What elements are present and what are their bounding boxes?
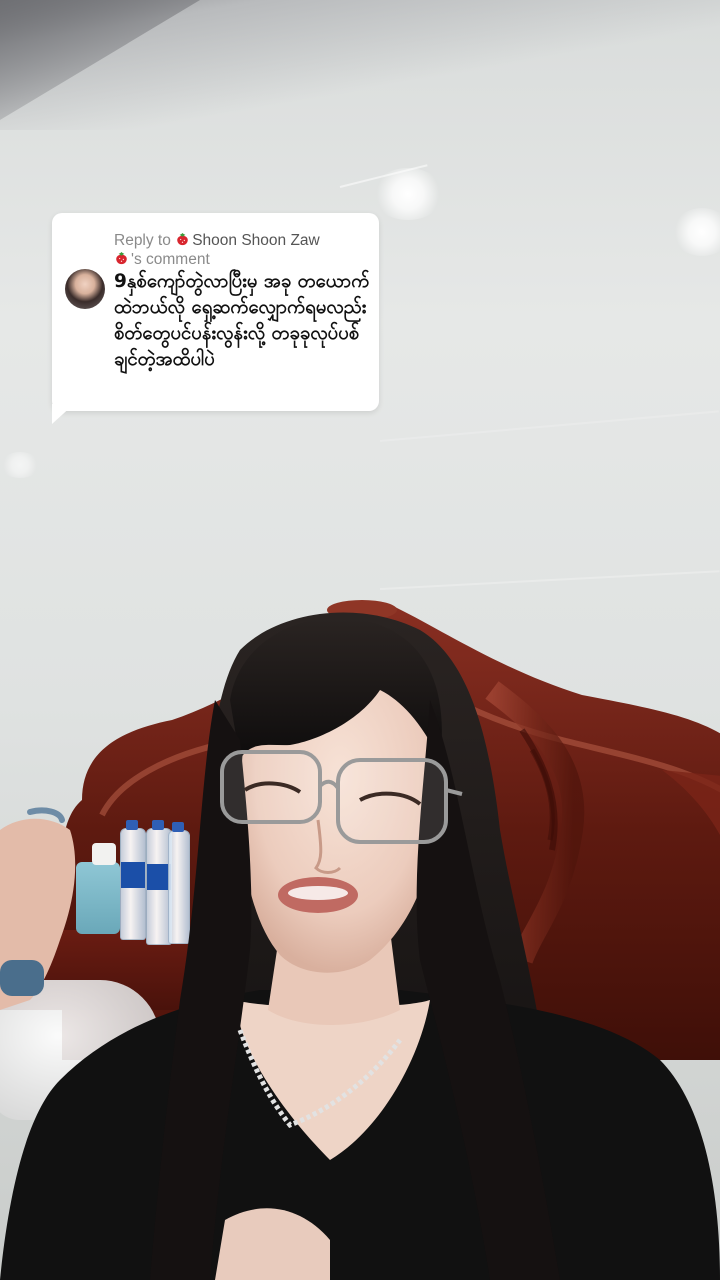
comment-text: 9နှစ်ကျော်တွဲလာပြီးမှ အခု တယောက်ထဲဘယ်လို… — [114, 271, 370, 370]
strawberry-icon — [114, 251, 129, 266]
commenter-avatar[interactable] — [65, 269, 105, 309]
reply-header: Reply to Shoon Shoon Zaw 's comment — [114, 231, 369, 269]
video-frame[interactable]: Reply to Shoon Shoon Zaw 's comment 9နှစ… — [0, 0, 720, 1280]
comment-reply-card[interactable]: Reply to Shoon Shoon Zaw 's comment 9နှစ… — [52, 213, 379, 411]
strawberry-icon — [175, 232, 190, 247]
comment-bubble-tail — [52, 404, 74, 424]
reply-suffix: 's comment — [131, 251, 210, 268]
commenter-name: Shoon Shoon Zaw — [192, 232, 320, 249]
person-speaking — [0, 612, 720, 1280]
reply-prefix: Reply to — [114, 232, 171, 249]
